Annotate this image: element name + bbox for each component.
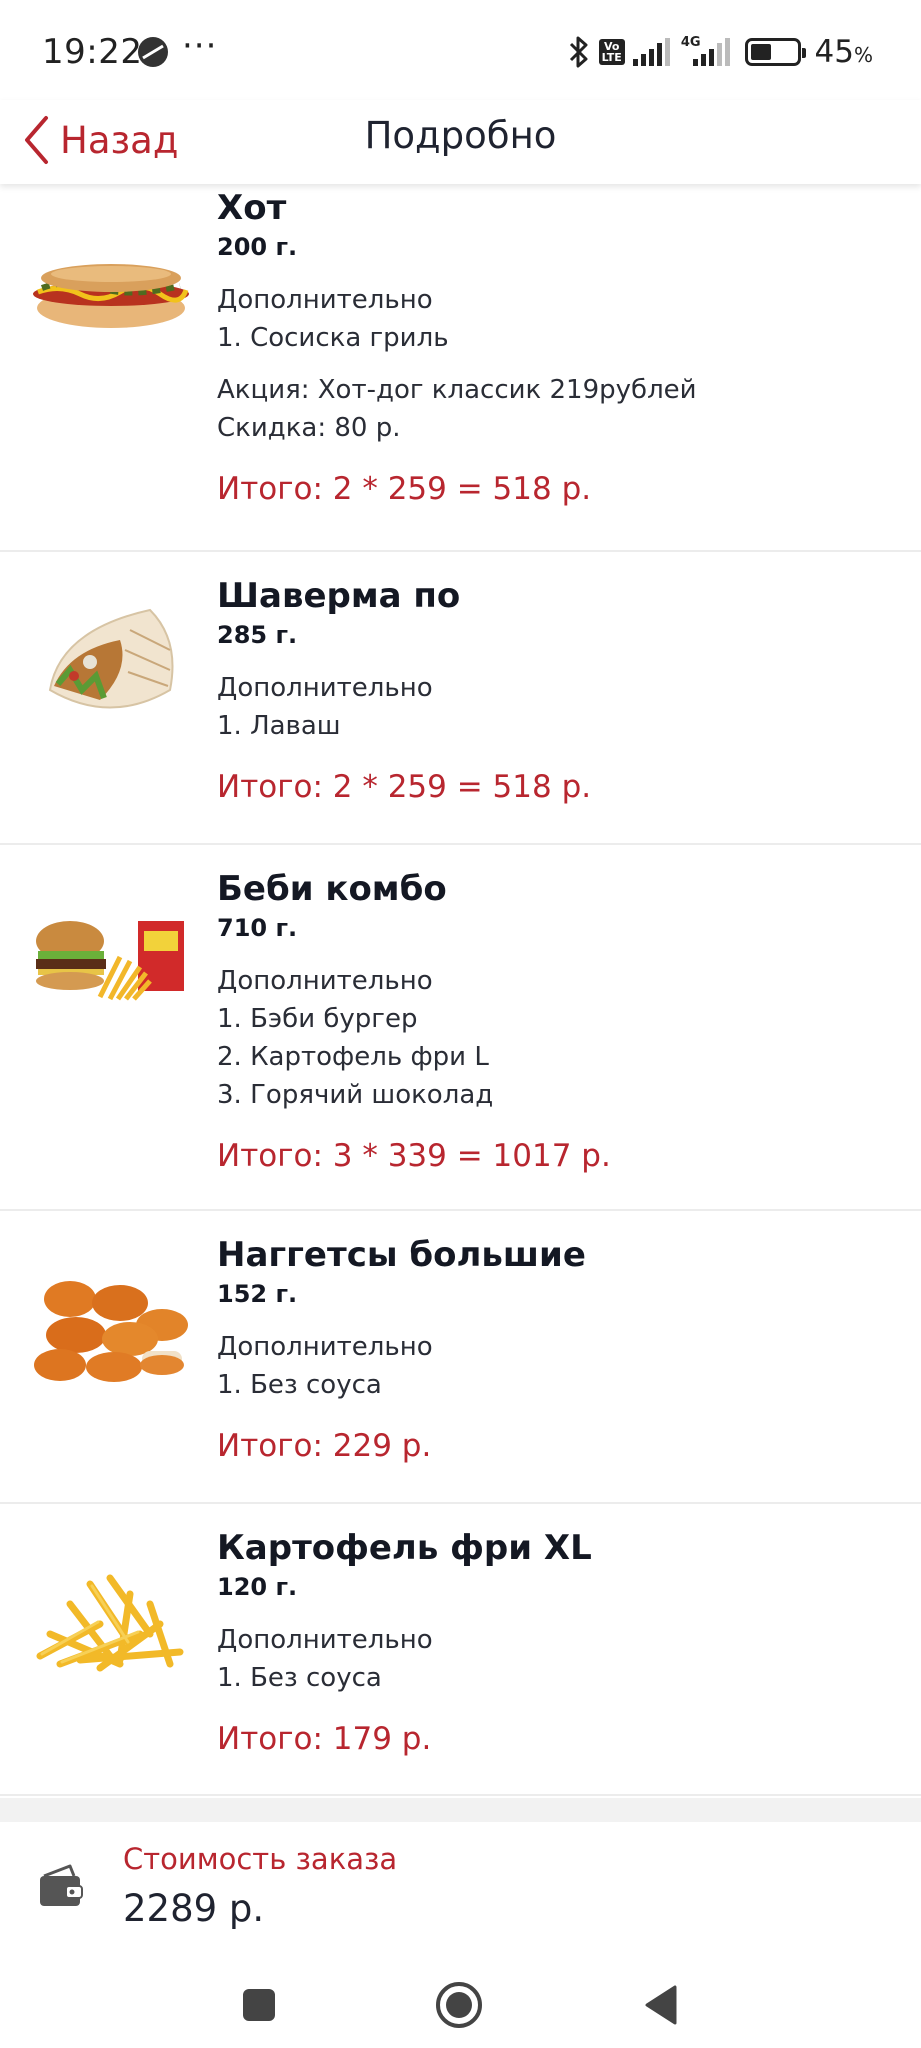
list-item[interactable]: Наггетсы большие 152 г. Дополнительно 1.… bbox=[0, 1211, 921, 1504]
battery-percent: 45% bbox=[814, 34, 873, 70]
more-notifications-icon: ··· bbox=[182, 26, 218, 66]
battery-icon bbox=[744, 38, 806, 66]
list-item[interactable]: Картофель фри XL 120 г. Дополнительно 1.… bbox=[0, 1504, 921, 1796]
status-icons: Vo LTE 4G 45% bbox=[567, 30, 873, 74]
item-name: Наггетсы большие bbox=[217, 1235, 586, 1275]
item-total: Итого: 2 * 259 = 518 р. bbox=[217, 769, 592, 805]
item-weight: 710 г. bbox=[217, 914, 298, 942]
status-bar: 19:22 ··· Vo LTE 4G 45% bbox=[0, 0, 921, 100]
system-nav-bar bbox=[0, 1962, 921, 2048]
item-weight: 285 г. bbox=[217, 621, 298, 649]
wallet-icon bbox=[40, 1864, 83, 1906]
order-cost-panel: Стоимость заказа 2289 р. bbox=[0, 1822, 921, 1962]
item-weight: 120 г. bbox=[217, 1573, 298, 1601]
item-discount: Скидка: 80 р. bbox=[217, 413, 401, 443]
list-item[interactable]: Беби комбо 710 г. Дополнительно 1. Бэби … bbox=[0, 845, 921, 1211]
section-divider bbox=[0, 1798, 921, 1822]
item-extras-heading: Дополнительно bbox=[217, 1332, 433, 1362]
fries-photo bbox=[36, 1574, 184, 1672]
item-promo: Акция: Хот-дог классик 219рублей bbox=[217, 375, 697, 405]
item-extra: 2. Картофель фри L bbox=[217, 1042, 489, 1072]
home-button[interactable] bbox=[434, 1980, 484, 2030]
item-extra: 3. Горячий шоколад bbox=[217, 1080, 494, 1110]
item-extra: 1. Лаваш bbox=[217, 711, 341, 741]
list-item[interactable]: Хот 200 г. Дополнительно 1. Сосиска грил… bbox=[0, 184, 921, 552]
top-nav: Назад Подробно bbox=[0, 100, 921, 184]
item-extra: 1. Без соуса bbox=[217, 1370, 382, 1400]
shawarma-photo bbox=[48, 608, 174, 709]
volte-icon: Vo LTE bbox=[598, 39, 625, 65]
item-extras-heading: Дополнительно bbox=[217, 285, 433, 315]
item-total: Итого: 229 р. bbox=[217, 1428, 432, 1464]
system-back-button[interactable] bbox=[636, 1980, 686, 2030]
page-title: Подробно bbox=[364, 114, 557, 157]
item-extra: 1. Без соуса bbox=[217, 1663, 382, 1693]
hot-dog-photo bbox=[33, 264, 189, 328]
status-time: 19:22 bbox=[42, 32, 143, 72]
app-notification-icon bbox=[138, 37, 168, 67]
item-weight: 200 г. bbox=[217, 233, 298, 261]
item-extra: 1. Сосиска гриль bbox=[217, 323, 449, 353]
item-total: Итого: 3 * 339 = 1017 р. bbox=[217, 1138, 611, 1174]
order-cost-label: Стоимость заказа bbox=[123, 1842, 398, 1876]
order-items-list: Хот 200 г. Дополнительно 1. Сосиска грил… bbox=[0, 184, 921, 1796]
item-extras-heading: Дополнительно bbox=[217, 673, 433, 703]
item-name: Картофель фри XL bbox=[217, 1528, 592, 1568]
item-extra: 1. Бэби бургер bbox=[217, 1004, 418, 1034]
network-type: 4G bbox=[680, 34, 701, 50]
square-icon bbox=[243, 1989, 275, 2021]
item-name: Хот bbox=[217, 188, 287, 228]
item-extras-heading: Дополнительно bbox=[217, 966, 433, 996]
item-weight: 152 г. bbox=[217, 1280, 298, 1308]
item-extras-heading: Дополнительно bbox=[217, 1625, 433, 1655]
combo-photo bbox=[36, 921, 184, 1001]
order-cost-value: 2289 р. bbox=[123, 1887, 265, 1930]
nuggets-photo bbox=[34, 1281, 188, 1382]
item-name: Беби комбо bbox=[217, 869, 447, 909]
item-name: Шаверма по bbox=[217, 576, 461, 616]
list-item[interactable]: Шаверма по 285 г. Дополнительно 1. Лаваш… bbox=[0, 552, 921, 845]
bluetooth-icon bbox=[569, 36, 588, 68]
triangle-back-icon bbox=[645, 1985, 677, 2025]
circle-icon bbox=[436, 1982, 482, 2028]
recents-button[interactable] bbox=[234, 1980, 284, 2030]
item-total: Итого: 2 * 259 = 518 р. bbox=[217, 471, 592, 507]
signal-icon bbox=[632, 38, 670, 66]
item-total: Итого: 179 р. bbox=[217, 1721, 432, 1757]
